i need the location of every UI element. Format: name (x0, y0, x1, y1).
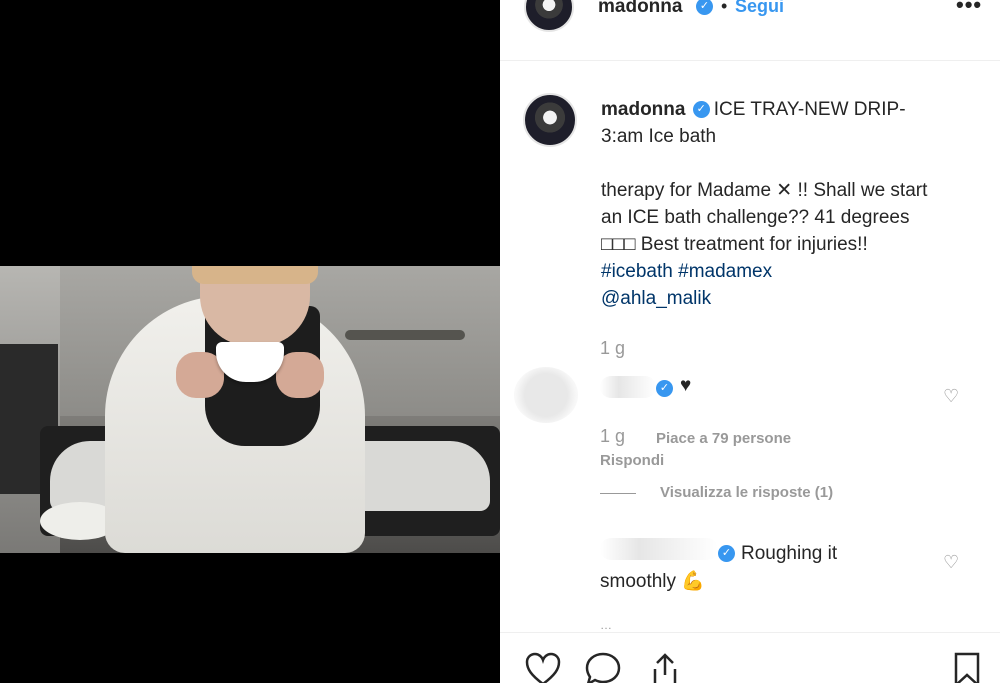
caption-line-2: 3:am Ice bath (601, 126, 717, 147)
hashtag-madamex[interactable]: #madamex (678, 261, 772, 282)
post-panel: madonna ✓ • Segui ••• madonna ✓ ICE TRAY-… (500, 0, 1000, 683)
comment-2: ✓ Roughing it smoothly 💪 (600, 540, 880, 596)
author-avatar[interactable] (524, 0, 574, 32)
author-username[interactable]: madonna (598, 0, 682, 18)
comment-2-suffix: Roughing it (741, 543, 838, 564)
heart-icon[interactable] (524, 651, 562, 683)
comment-icon[interactable] (584, 651, 622, 683)
caption-username[interactable]: madonna (601, 99, 685, 120)
verified-badge-icon: ✓ (696, 0, 713, 15)
comment-2-more: … (600, 618, 612, 632)
bg-grab-bar (345, 330, 465, 340)
post-media[interactable] (0, 0, 500, 683)
caption: madonna ✓ ICE TRAY-NEW DRIP- 3:am Ice bat… (601, 96, 941, 312)
action-bar (500, 632, 1000, 683)
comment-1-like-icon[interactable]: ♡ (943, 386, 959, 407)
view-replies-button[interactable]: Visualizza le risposte (1) (660, 484, 833, 501)
hashtag-icebath[interactable]: #icebath (601, 261, 673, 282)
comment-1-time[interactable]: 1 g (600, 426, 625, 447)
view-replies-line (600, 493, 636, 494)
caption-time[interactable]: 1 g (600, 338, 625, 359)
post-video[interactable] (0, 266, 500, 553)
caption-body: therapy for Madame ✕ !! Shall we start a… (601, 180, 928, 255)
mention-ahla-malik[interactable]: @ahla_malik (601, 288, 711, 309)
comment-1-reply[interactable]: Rispondi (600, 452, 664, 469)
comment-1-likes[interactable]: Piace a 79 persone (656, 430, 791, 447)
comment-1-text: ♥ (680, 375, 692, 396)
caption-avatar[interactable] (523, 93, 577, 147)
more-options-icon[interactable]: ••• (956, 0, 982, 18)
comments-list[interactable]: madonna ✓ ICE TRAY-NEW DRIP- 3:am Ice bat… (500, 62, 1000, 632)
person-hair (192, 266, 318, 284)
verified-badge-icon: ✓ (692, 101, 710, 119)
post-header: madonna ✓ • Segui ••• (500, 0, 1000, 61)
comment-2-text: smoothly 💪 (600, 571, 705, 592)
share-icon[interactable] (646, 651, 684, 683)
commenter-avatar[interactable] (514, 367, 578, 423)
separator-dot: • (721, 0, 728, 16)
verified-badge-icon: ✓ (656, 380, 673, 397)
verified-badge-icon: ✓ (718, 545, 735, 563)
follow-button[interactable]: Segui (735, 0, 784, 17)
caption-line-1: ICE TRAY-NEW DRIP- (713, 99, 906, 120)
commenter-username-blurred[interactable] (600, 376, 656, 398)
bookmark-icon[interactable] (950, 651, 984, 683)
comment-2-like-icon[interactable]: ♡ (943, 552, 959, 573)
